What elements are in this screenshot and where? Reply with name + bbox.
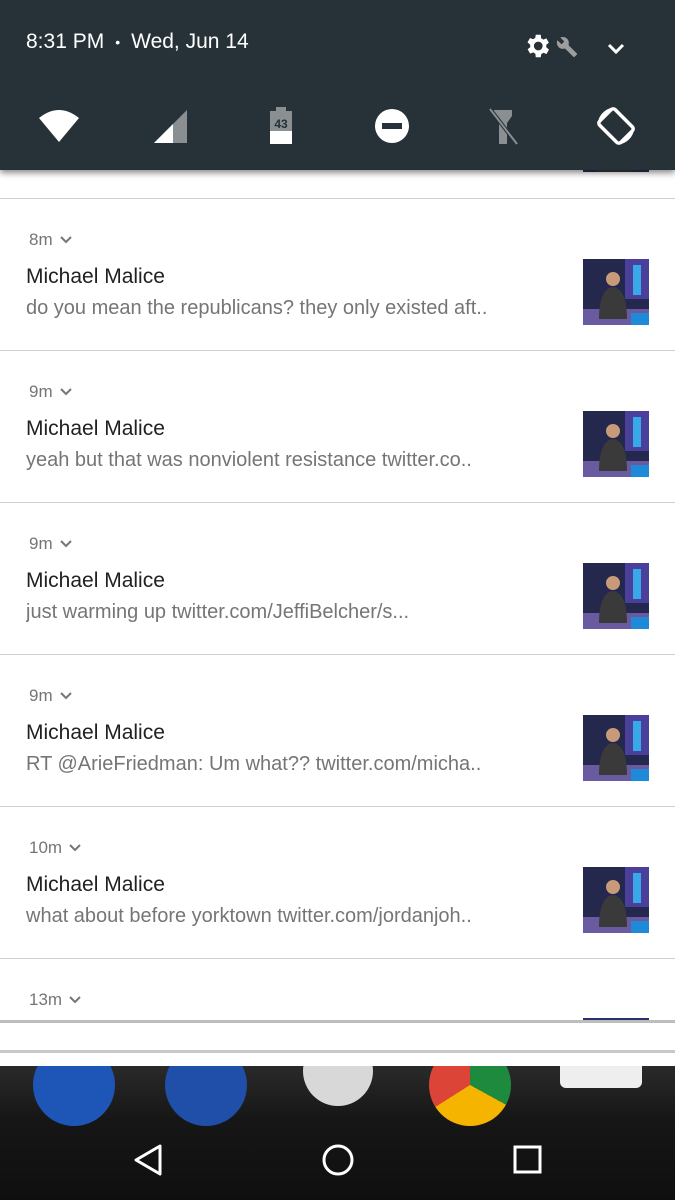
notification-body: yeah but that was nonviolent resistance … xyxy=(26,449,472,471)
wifi-icon[interactable] xyxy=(37,104,81,148)
battery-level: 43 xyxy=(274,117,288,131)
notification-time[interactable]: 9m xyxy=(29,534,72,554)
battery-tile[interactable]: 43 xyxy=(259,104,303,148)
status-datetime: 8:31 PM • Wed, Jun 14 xyxy=(26,30,249,54)
status-separator: • xyxy=(115,34,121,50)
notification-body: just warming up twitter.com/JeffiBelcher… xyxy=(26,601,410,623)
wrench-icon xyxy=(556,37,578,58)
app-drawer-icon[interactable] xyxy=(303,1066,373,1106)
expand-chevron-icon xyxy=(69,996,81,1004)
notification-title: Michael Malice xyxy=(26,721,165,744)
auto-rotate-icon[interactable] xyxy=(594,104,638,148)
cellular-signal-icon[interactable] xyxy=(150,104,194,148)
notification-item[interactable]: 9m Michael Malice yeah but that was nonv… xyxy=(0,352,675,503)
notification-time[interactable]: 10m xyxy=(29,838,81,858)
avatar xyxy=(583,411,649,477)
notification-body: do you mean the republicans? they only e… xyxy=(26,297,488,319)
notification-title: Michael Malice xyxy=(26,265,165,288)
settings-gear-icon[interactable] xyxy=(522,31,552,61)
expand-chevron-icon xyxy=(59,388,72,396)
notification-time[interactable]: 9m xyxy=(29,686,72,706)
notification-body: RT @ArieFriedman: Um what?? twitter.com/… xyxy=(26,753,482,775)
notification-stack-edge[interactable] xyxy=(0,1023,675,1050)
avatar xyxy=(583,563,649,629)
expand-chevron-icon xyxy=(69,844,81,852)
status-time: 8:31 PM xyxy=(26,30,105,53)
notification-item[interactable]: 8m Michael Malice do you mean the republ… xyxy=(0,200,675,351)
phone-app-icon[interactable] xyxy=(33,1066,115,1126)
notification-time[interactable]: 8m xyxy=(29,230,72,250)
stack-shadow xyxy=(0,1020,675,1023)
collapse-chevron-icon[interactable] xyxy=(604,36,628,60)
avatar xyxy=(583,867,649,933)
maps-app-icon[interactable] xyxy=(560,1066,642,1088)
notification-body: what about before yorktown twitter.com/j… xyxy=(26,905,472,927)
expand-chevron-icon xyxy=(59,540,72,548)
notification-title: Michael Malice xyxy=(26,873,165,896)
do-not-disturb-icon[interactable] xyxy=(370,104,414,148)
notification-stack-edge[interactable] xyxy=(0,1053,675,1066)
status-date[interactable]: Wed, Jun 14 xyxy=(131,30,249,54)
notification-item[interactable]: 9m Michael Malice just warming up twitte… xyxy=(0,504,675,655)
avatar xyxy=(583,259,649,325)
messages-app-icon[interactable] xyxy=(165,1066,247,1126)
home-icon[interactable] xyxy=(308,1130,368,1190)
avatar xyxy=(583,715,649,781)
notification-time[interactable]: 13m xyxy=(29,990,81,1010)
notification-title: Michael Malice xyxy=(26,417,165,440)
recents-icon[interactable] xyxy=(498,1130,558,1190)
expand-chevron-icon xyxy=(59,692,72,700)
notification-title: Michael Malice xyxy=(26,569,165,592)
back-icon[interactable] xyxy=(118,1130,178,1190)
notification-item[interactable]: 9m Michael Malice RT @ArieFriedman: Um w… xyxy=(0,656,675,807)
navigation-bar xyxy=(0,1120,675,1200)
notification-item[interactable]: 10m Michael Malice what about before yor… xyxy=(0,808,675,959)
notification-time[interactable]: 9m xyxy=(29,382,72,402)
expand-chevron-icon xyxy=(59,236,72,244)
notification-item-partial[interactable]: 13m xyxy=(0,960,675,1022)
flashlight-icon[interactable] xyxy=(481,104,525,148)
quick-settings-panel: 8:31 PM • Wed, Jun 14 43 xyxy=(0,0,675,170)
chrome-app-icon[interactable] xyxy=(429,1066,511,1126)
